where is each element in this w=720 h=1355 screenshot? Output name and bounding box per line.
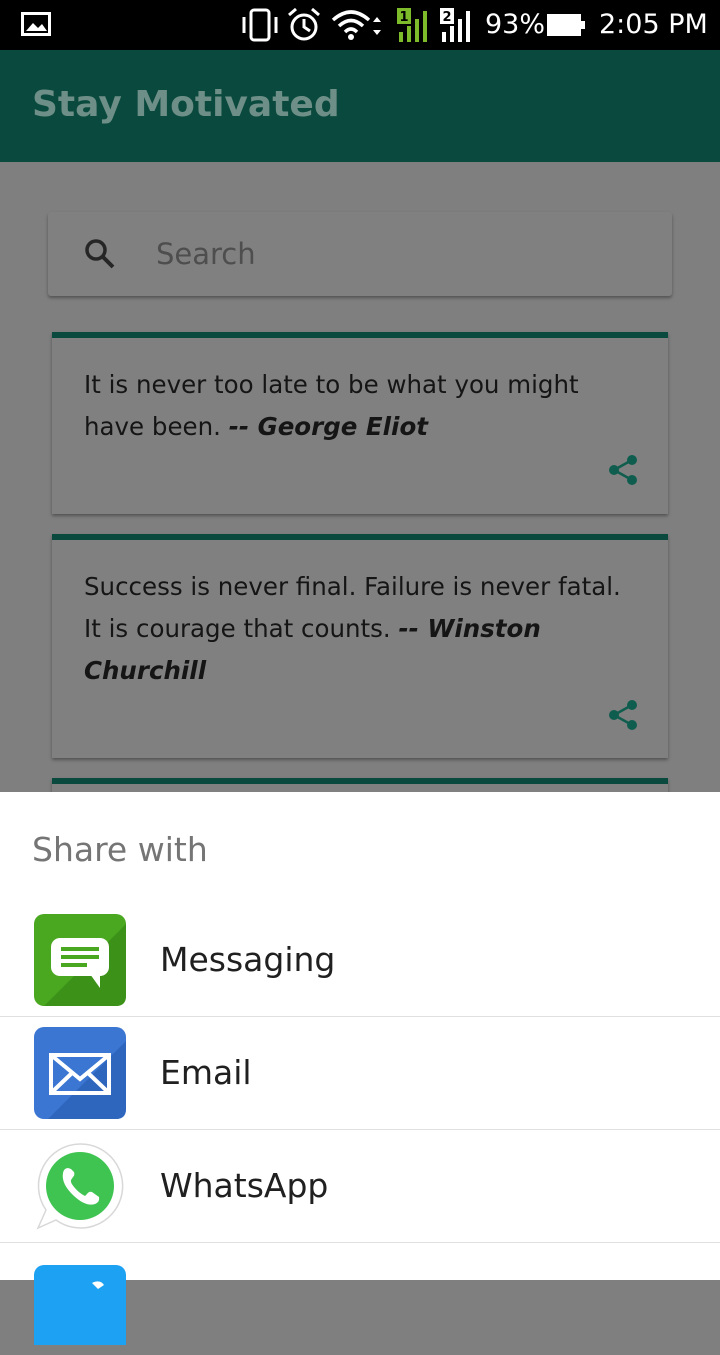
share-option-messaging[interactable]: Messaging (0, 904, 720, 1016)
quote-text: Success is never final. Failure is never… (84, 572, 621, 685)
quote-card: Success is never final. Failure is never… (52, 534, 668, 758)
search-icon (85, 239, 115, 269)
twitter-icon (34, 1265, 126, 1345)
share-option-label: WhatsApp (160, 1166, 329, 1205)
share-option-label: Messaging (160, 940, 336, 979)
messaging-icon (34, 914, 126, 1006)
share-option-label: Email (160, 1053, 252, 1092)
share-sheet: Share with Messaging Email WhatsApp (0, 792, 720, 1345)
share-icon[interactable] (606, 698, 640, 732)
clock: 2:05 PM (599, 9, 708, 40)
app-title: Stay Motivated (32, 84, 340, 125)
alarm-icon (288, 7, 320, 41)
battery-icon (547, 14, 585, 36)
quote-list: It is never too late to be what you migh… (0, 162, 720, 824)
vibrate-icon (242, 8, 278, 42)
whatsapp-icon (36, 1143, 124, 1230)
share-option-email[interactable]: Email (0, 1017, 720, 1129)
signal-sim2-icon: 2 (440, 8, 470, 42)
status-bar: 1 2 93% 2:05 PM (0, 0, 720, 50)
share-option-twitter[interactable] (0, 1243, 720, 1355)
wifi-icon (331, 10, 381, 40)
app-bar: Stay Motivated (0, 50, 720, 162)
quote-author: -- George Eliot (228, 412, 428, 441)
share-option-whatsapp[interactable]: WhatsApp (0, 1130, 720, 1242)
share-icon[interactable] (606, 453, 640, 487)
share-sheet-title: Share with (32, 830, 208, 869)
search-input[interactable] (156, 232, 636, 276)
quote-card: It is never too late to be what you migh… (52, 332, 668, 514)
gallery-icon (21, 12, 51, 36)
svg-text:2: 2 (442, 10, 451, 25)
signal-sim1-icon: 1 (397, 8, 427, 42)
battery-percent: 93% (485, 9, 546, 40)
svg-text:1: 1 (399, 10, 408, 25)
email-icon (34, 1027, 126, 1119)
search-bar[interactable] (48, 212, 672, 296)
quote-text: It is never too late to be what you migh… (84, 370, 579, 441)
